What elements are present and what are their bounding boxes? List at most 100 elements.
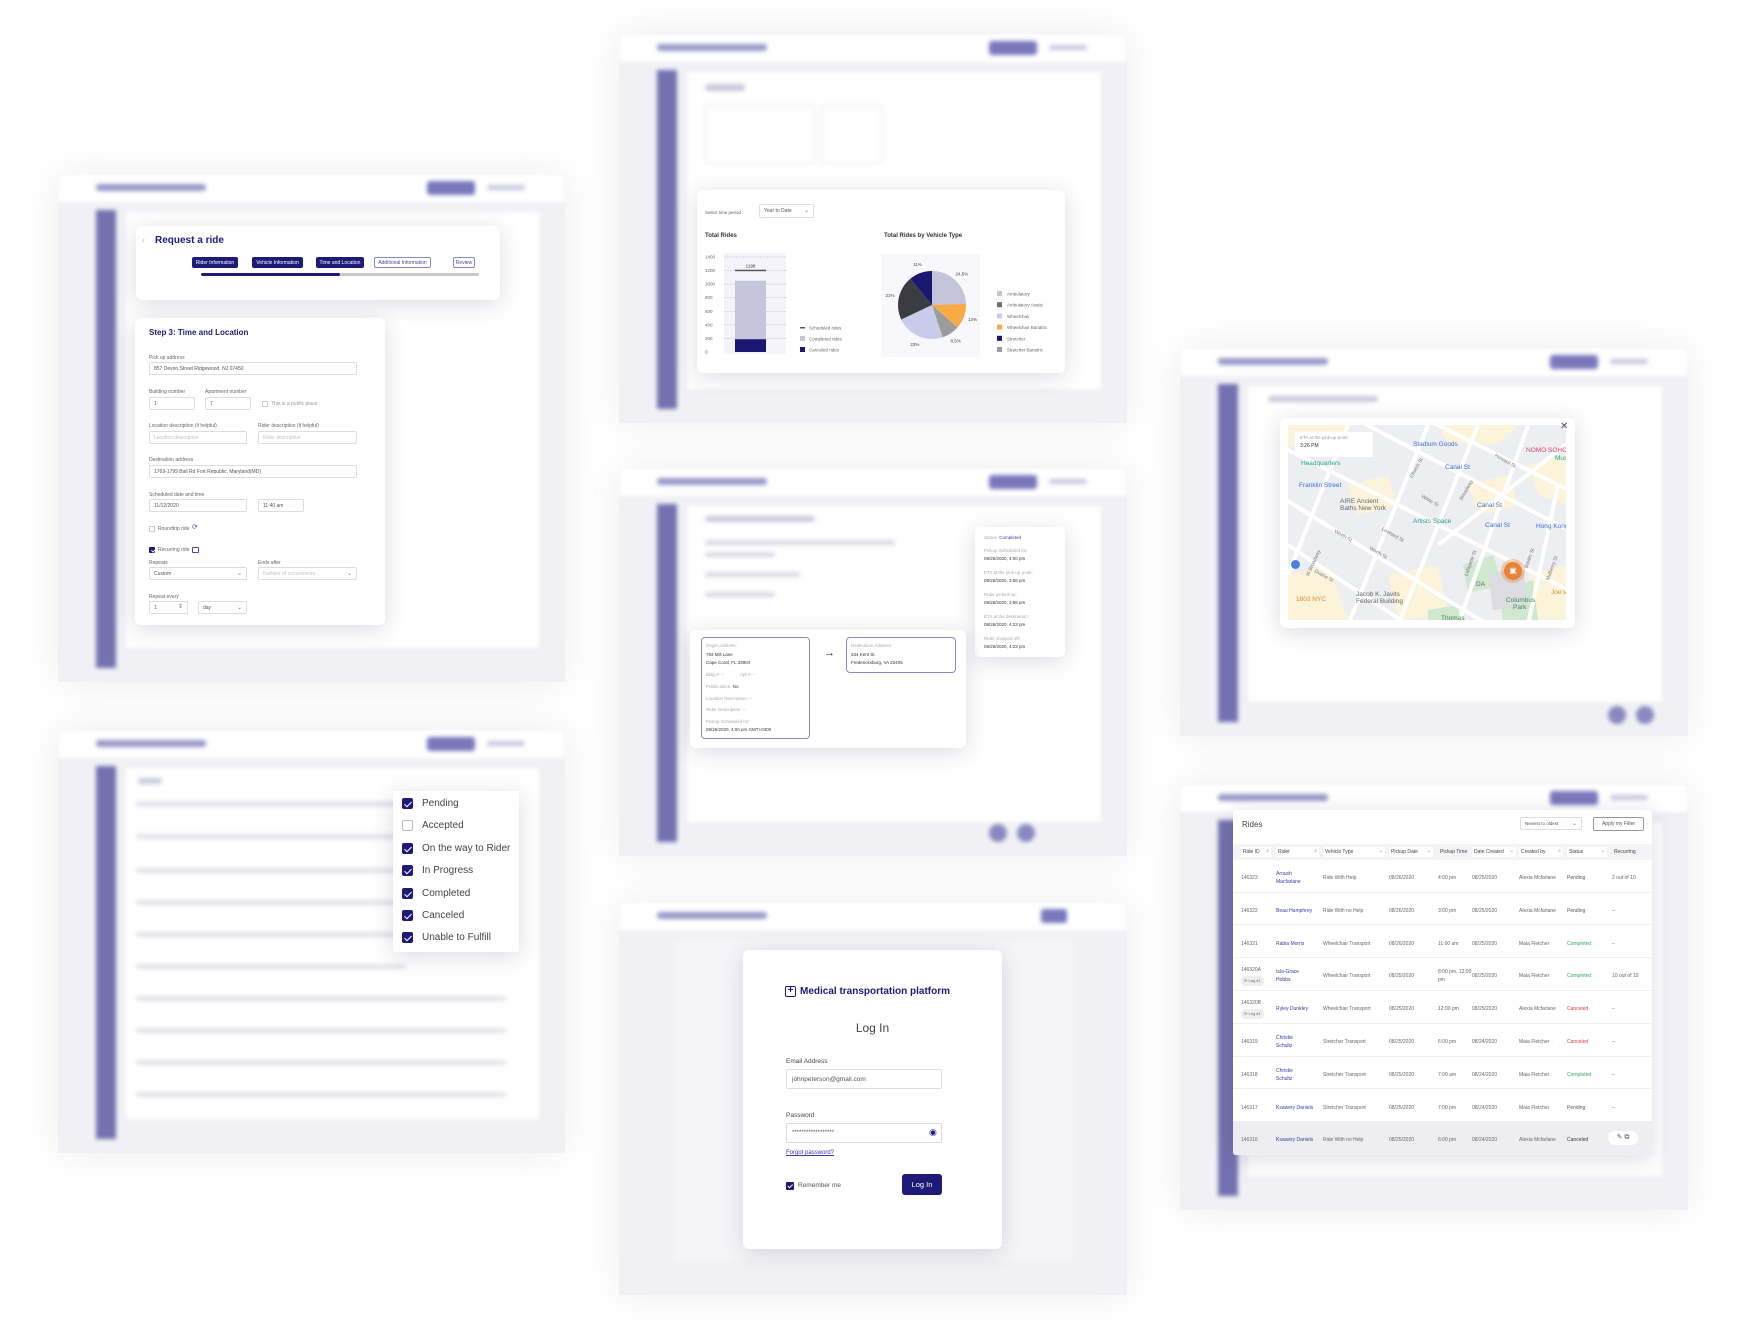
chevron-down-icon[interactable]: ⌄: [1601, 848, 1605, 854]
cell-rider[interactable]: Beau Humphrey: [1276, 907, 1312, 915]
chevron-down-icon[interactable]: ⌄: [1427, 848, 1431, 854]
bar-completed[interactable]: [735, 280, 766, 340]
destination-address-input[interactable]: 1769-1799 Ball Rd Fort Republic, Marylan…: [149, 465, 357, 478]
status-option[interactable]: Accepted: [402, 820, 464, 832]
column-header[interactable]: Vehicle Type ⌄: [1323, 847, 1385, 857]
table-row[interactable]: 146317 Ksawery Daniels Stretcher Transport…: [1233, 1090, 1652, 1123]
chevron-down-icon[interactable]: ⌄: [1510, 848, 1514, 854]
column-header[interactable]: Date Created ⌄: [1472, 847, 1516, 857]
stepper-arrows-icon[interactable]: ⇕: [178, 603, 183, 610]
repeat-unit-select[interactable]: day ⌄: [198, 601, 247, 614]
public-place-checkbox[interactable]: [262, 401, 268, 407]
status-option[interactable]: Unable to Fulfill: [402, 932, 491, 944]
remember-me-checkbox[interactable]: [786, 1182, 794, 1190]
rider-description-input[interactable]: Rider description: [258, 431, 357, 444]
roundtrip-checkbox[interactable]: [149, 526, 155, 532]
status-option-checkbox[interactable]: [402, 865, 413, 877]
status-option[interactable]: On the way to Rider: [402, 842, 510, 854]
column-header[interactable]: Rider ⌕: [1276, 847, 1319, 857]
cell-rider[interactable]: Aroush Macfarlane: [1276, 870, 1306, 886]
table-row[interactable]: 146322 Beau Humphrey Ride With no Help 08/2…: [1233, 893, 1652, 926]
y-tick-label: 400: [705, 322, 713, 327]
map-label: Jacob K. Javits: [1356, 591, 1400, 598]
step-rider-information[interactable]: Rider Information: [192, 257, 238, 268]
bar-canceled[interactable]: [735, 339, 766, 352]
step-vehicle-information[interactable]: Vehicle Information: [252, 257, 303, 268]
table-row[interactable]: 146320B Ryley Dunkley Wheelchair Transport…: [1233, 991, 1652, 1024]
close-icon[interactable]: ✕: [1560, 421, 1568, 432]
table-row[interactable]: 146318 Christie Schultz Stretcher Transpor…: [1233, 1057, 1652, 1090]
apartment-number-input[interactable]: 7: [205, 397, 251, 410]
vehicle-marker-icon[interactable]: ▣: [1504, 562, 1522, 580]
search-icon[interactable]: ⌕: [1558, 848, 1561, 854]
cell-rider[interactable]: Isla-Grace Hobbs: [1276, 968, 1306, 984]
email-field[interactable]: johnpeterson@gmail.com: [786, 1069, 942, 1089]
cell-rider[interactable]: Christie Schultz: [1276, 1034, 1306, 1050]
cell-rider[interactable]: Rabia Morris: [1276, 940, 1304, 948]
ends-after-select[interactable]: Number of occurrences ⌄: [258, 567, 357, 580]
column-header-label: Created by: [1521, 849, 1546, 855]
forgot-password-link[interactable]: Forgot password?: [786, 1150, 834, 1156]
status-option-checkbox[interactable]: [402, 842, 413, 854]
column-header-label: Recurring: [1614, 849, 1636, 855]
cell-rider[interactable]: Ksawery Daniels: [1276, 1136, 1313, 1144]
status-option-checkbox[interactable]: [402, 820, 413, 832]
repeat-every-stepper[interactable]: 1 ⇕: [149, 601, 188, 614]
status-option[interactable]: Pending: [402, 798, 459, 809]
map-view[interactable]: ETA at the pick-up point: 3:26 PM Stadiu…: [1288, 425, 1566, 620]
scheduled-time-input[interactable]: 11:40 am: [258, 499, 304, 512]
cell-pickup-time: 11:00 am: [1438, 940, 1459, 947]
status-option-checkbox[interactable]: [402, 887, 413, 899]
table-row[interactable]: 146321 Rabia Morris Wheelchair Transport 08…: [1233, 926, 1652, 959]
password-field[interactable]: ******************: [786, 1123, 942, 1143]
apply-filter-button[interactable]: Apply my Filter: [1593, 817, 1644, 831]
remember-me-label: Remember me: [798, 1182, 841, 1189]
table-row[interactable]: 146320A Isla-Grace Hobbs Wheelchair Transp…: [1233, 958, 1652, 991]
y-tick-label: 600: [705, 309, 713, 314]
column-header[interactable]: Pickup Date ⌄: [1389, 847, 1433, 857]
cell-vehicle: Ride With no Help: [1323, 907, 1364, 914]
column-header[interactable]: Pickup Time: [1438, 847, 1469, 857]
building-label: Building number: [149, 389, 186, 395]
cell-status: Completed: [1567, 973, 1592, 980]
copy-icon[interactable]: ⧉: [1624, 1134, 1629, 1141]
pie-data-label: 12%: [968, 317, 977, 322]
column-header[interactable]: Created by ⌕: [1519, 847, 1563, 857]
legend-swatch: [997, 313, 1002, 319]
scheduled-date-input[interactable]: 11/12/2020: [149, 499, 247, 512]
column-header[interactable]: Status ⌄: [1567, 847, 1607, 857]
status-option-checkbox[interactable]: [402, 910, 413, 921]
status-option-checkbox[interactable]: [402, 932, 413, 944]
bar-scheduled-marker[interactable]: [735, 269, 766, 272]
status-option[interactable]: Completed: [402, 887, 470, 899]
pickup-address-input[interactable]: 857 Devon Street Ridgewood, NJ 07450: [149, 362, 357, 375]
repeats-select[interactable]: Custom ⌄: [149, 567, 247, 580]
step-review[interactable]: Review: [453, 257, 475, 268]
table-row[interactable]: 146316 Ksawery Daniels Ride With no Help 08…: [1233, 1122, 1652, 1155]
column-header[interactable]: Ride ID ⌕: [1241, 847, 1271, 857]
table-row[interactable]: 146323 Aroush Macfarlane Ride With Help 08/…: [1233, 860, 1652, 893]
recurring-checkbox[interactable]: [149, 547, 155, 553]
step-additional-information[interactable]: Additional Information: [374, 257, 431, 268]
cell-rider[interactable]: Ksawery Daniels: [1276, 1104, 1313, 1112]
location-description-input[interactable]: Location description: [149, 431, 247, 444]
cell-rider[interactable]: Christie Schultz: [1276, 1067, 1306, 1083]
chevron-down-icon[interactable]: ⌄: [1379, 848, 1383, 854]
sort-select[interactable]: Newest to oldest ⌄: [1520, 817, 1582, 830]
building-number-input[interactable]: 1: [149, 397, 195, 410]
eye-icon[interactable]: ◉: [929, 1127, 937, 1138]
column-header[interactable]: Recurring: [1612, 847, 1648, 857]
status-option[interactable]: Canceled: [402, 910, 464, 921]
status-option[interactable]: In Progress: [402, 865, 473, 877]
cell-rider[interactable]: Ryley Dunkley: [1276, 1005, 1308, 1013]
status-option-checkbox[interactable]: [402, 798, 413, 809]
cell-created: 08/25/2020: [1472, 940, 1498, 947]
back-chevron-icon[interactable]: ‹: [142, 235, 145, 245]
legend-label: Canceled rides: [809, 348, 840, 353]
search-icon[interactable]: ⌕: [1314, 848, 1317, 854]
search-icon[interactable]: ⌕: [1266, 848, 1269, 854]
step-time-and-location[interactable]: Time and Location: [316, 257, 364, 268]
location-desc-label: Location description (if helpful): [149, 423, 217, 429]
table-row[interactable]: 146319 Christie Schultz Stretcher Transpor…: [1233, 1024, 1652, 1057]
login-button[interactable]: Log In: [902, 1174, 942, 1195]
